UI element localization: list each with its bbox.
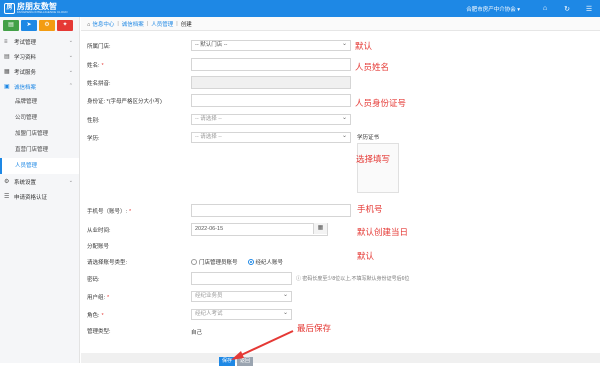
save-arrow-icon (231, 330, 294, 360)
